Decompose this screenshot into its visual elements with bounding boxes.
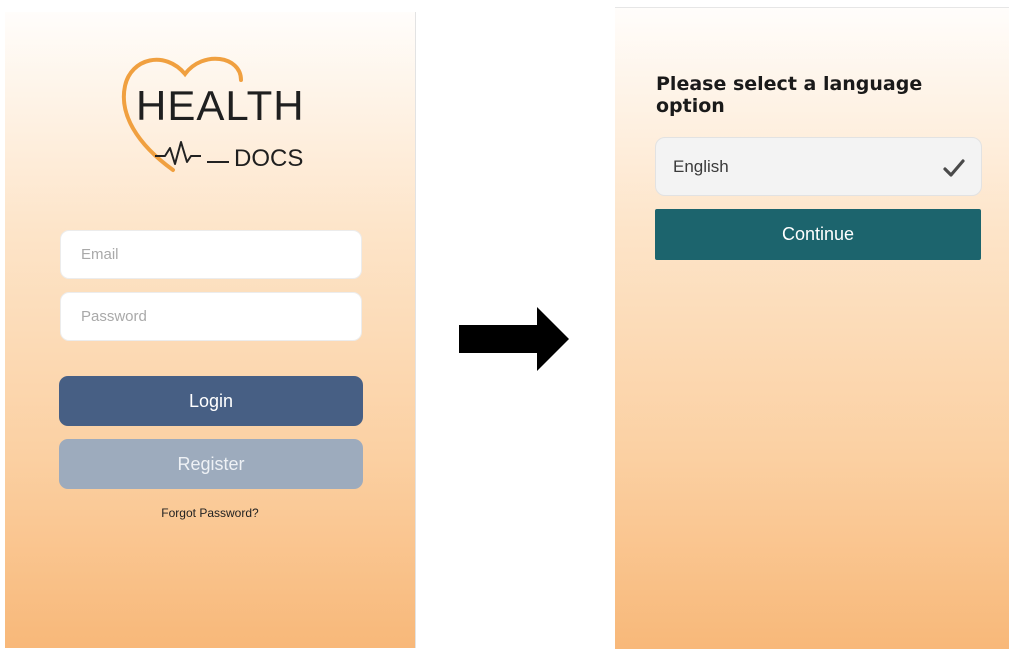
login-screen: HEALTH DOCS Login Register Forgot Passwo… xyxy=(5,12,416,648)
forgot-password-link[interactable]: Forgot Password? xyxy=(5,506,415,520)
continue-button[interactable]: Continue xyxy=(655,209,981,260)
language-select-screen: Please select a language option English … xyxy=(615,7,1009,649)
checkmark-icon xyxy=(943,159,965,177)
right-arrow-icon xyxy=(459,307,569,371)
logo-text-health: HEALTH xyxy=(136,82,305,129)
language-option-label: English xyxy=(673,157,729,176)
login-button[interactable]: Login xyxy=(59,376,363,426)
logo-text-docs: DOCS xyxy=(234,145,304,172)
email-field[interactable] xyxy=(60,230,362,279)
register-button[interactable]: Register xyxy=(59,439,363,489)
page-title: Please select a language option xyxy=(656,73,923,117)
password-field[interactable] xyxy=(60,292,362,341)
language-option-english[interactable]: English xyxy=(655,137,982,196)
health-docs-logo: HEALTH DOCS xyxy=(115,52,325,182)
